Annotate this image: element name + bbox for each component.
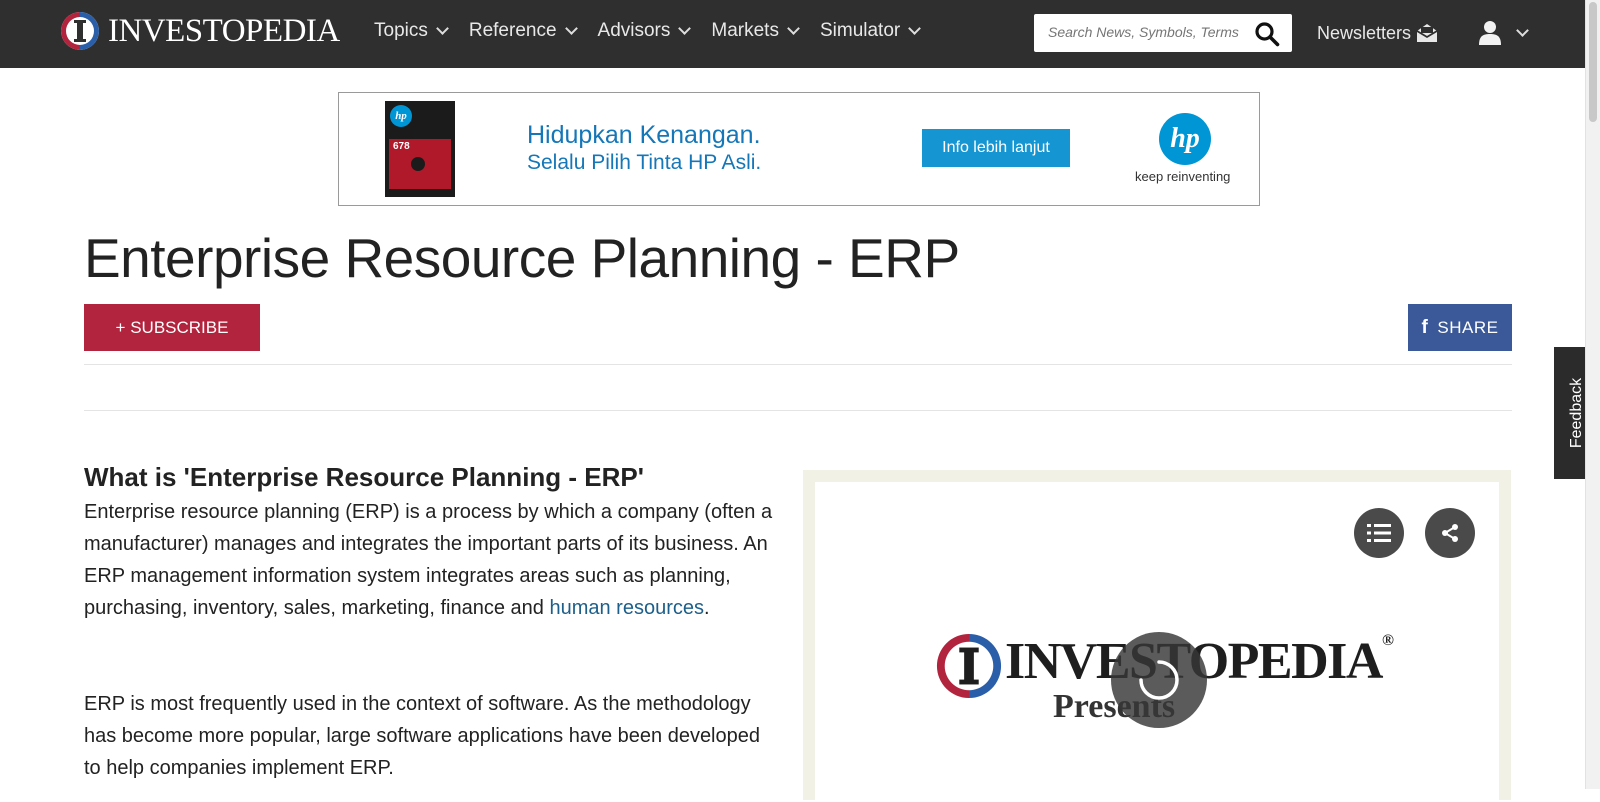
article-heading: What is 'Enterprise Resource Planning - … bbox=[84, 462, 644, 492]
nav-simulator-label: Simulator bbox=[819, 20, 901, 41]
investopedia-logo-icon bbox=[936, 633, 1002, 699]
logo-wordmark: INVESTOPEDIA bbox=[108, 12, 340, 49]
investopedia-logo[interactable]: INVESTOPEDIA bbox=[58, 9, 340, 53]
playlist-button[interactable] bbox=[1354, 508, 1404, 558]
chevron-down-icon bbox=[908, 22, 922, 35]
search-icon[interactable] bbox=[1254, 21, 1280, 47]
paragraph-end: . bbox=[703, 597, 710, 619]
feedback-label: Feedback bbox=[1568, 377, 1585, 449]
list-icon bbox=[1367, 524, 1391, 542]
video-player[interactable]: INVESTOPEDIA® Presents bbox=[815, 482, 1499, 802]
ad-headline: Hidupkan Kenangan. bbox=[527, 121, 761, 149]
chevron-down-icon bbox=[787, 22, 800, 35]
investopedia-logo-icon bbox=[61, 12, 99, 50]
top-navigation-bar: INVESTOPEDIA Topics Reference Advisors M… bbox=[0, 0, 1586, 68]
scrollbar-thumb[interactable] bbox=[1589, 2, 1597, 122]
share-label: SHARE bbox=[1437, 317, 1499, 337]
facebook-icon: f bbox=[1421, 316, 1429, 338]
newsletters-link[interactable]: Newsletters bbox=[1317, 22, 1439, 44]
video-share-button[interactable] bbox=[1425, 508, 1475, 558]
main-nav: Topics Reference Advisors Markets Simula… bbox=[374, 20, 941, 42]
share-icon bbox=[1442, 524, 1458, 542]
black-ink-dot bbox=[411, 157, 425, 171]
ad-tagline: keep reinventing bbox=[1135, 169, 1231, 184]
hp-logo: hp bbox=[1159, 113, 1211, 165]
video-player-frame: INVESTOPEDIA® Presents bbox=[803, 470, 1511, 802]
nav-topics[interactable]: Topics bbox=[374, 20, 449, 42]
chevron-down-icon bbox=[1516, 24, 1529, 37]
user-menu[interactable] bbox=[1478, 20, 1529, 46]
article-paragraph-2: ERP is most frequently used in the conte… bbox=[84, 693, 760, 779]
nav-reference[interactable]: Reference bbox=[468, 20, 578, 42]
nav-advisors-label: Advisors bbox=[597, 20, 671, 41]
facebook-share-button[interactable]: f SHARE bbox=[1408, 304, 1512, 351]
page-scrollbar[interactable] bbox=[1585, 0, 1600, 789]
cartridge-hp-logo: hp bbox=[390, 105, 412, 127]
nav-simulator[interactable]: Simulator bbox=[819, 20, 922, 42]
user-icon bbox=[1479, 21, 1501, 45]
advertisement-banner[interactable]: hp 678 Hidupkan Kenangan. Selalu Pilih T… bbox=[338, 92, 1260, 206]
cartridge-label: 678 bbox=[389, 139, 451, 189]
newsletters-label: Newsletters bbox=[1317, 22, 1412, 43]
chevron-down-icon bbox=[564, 22, 578, 35]
ad-subline: Selalu Pilih Tinta HP Asli. bbox=[527, 151, 762, 174]
article-paragraph-1: Enterprise resource planning (ERP) is a … bbox=[84, 496, 774, 624]
search-input[interactable] bbox=[1046, 23, 1250, 41]
loading-icon bbox=[1139, 660, 1179, 700]
search-box bbox=[1034, 14, 1292, 52]
divider bbox=[84, 410, 1512, 411]
divider bbox=[84, 364, 1512, 365]
chevron-down-icon bbox=[678, 22, 692, 35]
cartridge-number: 678 bbox=[393, 141, 410, 152]
page-title: Enterprise Resource Planning - ERP bbox=[84, 227, 960, 289]
nav-markets[interactable]: Markets bbox=[711, 20, 800, 42]
envelope-icon bbox=[1416, 24, 1438, 42]
nav-topics-label: Topics bbox=[374, 20, 428, 41]
ad-cta-button[interactable]: Info lebih lanjut bbox=[922, 129, 1070, 167]
nav-advisors[interactable]: Advisors bbox=[597, 20, 692, 42]
subscribe-button[interactable]: + SUBSCRIBE bbox=[84, 304, 260, 351]
chevron-down-icon bbox=[435, 22, 449, 35]
registered-mark: ® bbox=[1381, 632, 1394, 649]
nav-reference-label: Reference bbox=[468, 20, 557, 41]
nav-markets-label: Markets bbox=[711, 20, 779, 41]
human-resources-link[interactable]: human resources bbox=[549, 597, 704, 619]
ink-cartridge-image: hp 678 bbox=[385, 101, 455, 197]
loading-spinner[interactable] bbox=[1111, 632, 1207, 728]
